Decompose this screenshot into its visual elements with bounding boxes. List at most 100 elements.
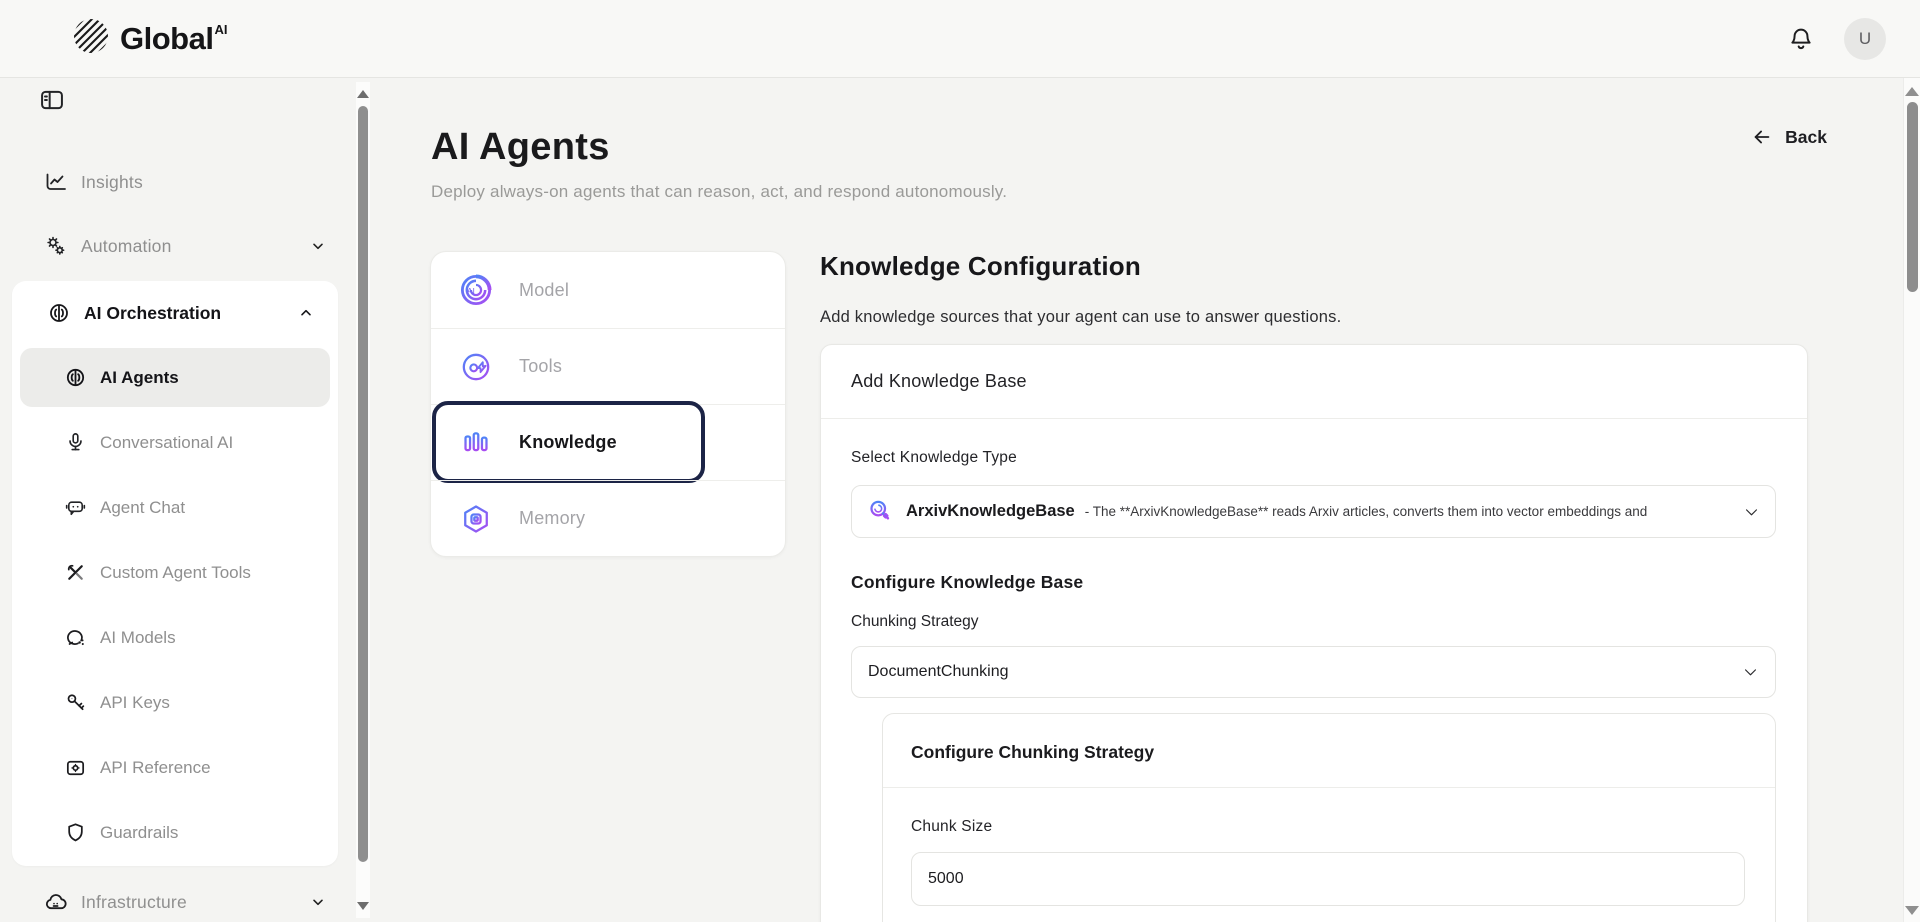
chart-line-icon [44, 170, 68, 194]
sidebar-item-custom-agent-tools[interactable]: Custom Agent Tools [12, 540, 338, 605]
sidebar-item-conversational-ai[interactable]: Conversational AI [12, 410, 338, 475]
chevron-down-icon [310, 238, 326, 254]
bot-chat-icon [63, 496, 87, 520]
sidebar-item-ai-models[interactable]: AI Models [12, 605, 338, 670]
sidebar-item-api-keys[interactable]: API Keys [12, 670, 338, 735]
page-header: AI Agents Deploy always-on agents that c… [372, 78, 1920, 202]
chevron-down-icon [1742, 664, 1759, 681]
knowledge-type-description: - The **ArxivKnowledgeBase** reads Arxiv… [1085, 504, 1741, 519]
tab-label: Model [519, 280, 569, 301]
model-swirl-icon: AI [457, 271, 495, 309]
chunk-size-input[interactable] [911, 852, 1745, 906]
add-knowledge-base-card: Add Knowledge Base Select Knowledge Type [820, 344, 1808, 922]
logo-hatched-circle-icon [72, 17, 110, 55]
avatar[interactable]: U [1844, 18, 1886, 60]
sidebar-toggle-button[interactable] [38, 86, 66, 114]
sidebar-item-label: Custom Agent Tools [100, 563, 251, 583]
sidebar-item-label: AI Models [100, 628, 176, 648]
page-subtitle: Deploy always-on agents that can reason,… [431, 182, 1920, 202]
chunk-size-label: Chunk Size [911, 818, 1745, 836]
bell-icon [1787, 25, 1815, 53]
select-knowledge-type-label: Select Knowledge Type [851, 449, 1776, 467]
sidebar-scrollbar[interactable] [356, 82, 370, 918]
library-icon [457, 424, 495, 462]
scroll-up-arrow[interactable] [357, 90, 369, 98]
microphone-icon [63, 431, 87, 455]
sidebar-item-label: AI Agents [100, 368, 179, 388]
sidebar-item-infrastructure[interactable]: Infrastructure [0, 870, 354, 922]
chunking-strategy-label: Chunking Strategy [851, 613, 1776, 631]
gears-icon [44, 234, 68, 258]
crossed-tools-icon [63, 561, 87, 585]
scrollbar-thumb[interactable] [358, 106, 368, 862]
knowledge-type-value: ArxivKnowledgeBase [906, 502, 1075, 521]
brain-icon [47, 301, 71, 325]
tab-model[interactable]: AI Model [431, 252, 785, 328]
panel-heading: Knowledge Configuration [820, 251, 1808, 282]
top-bar: GlobalAI U [0, 0, 1920, 78]
agent-config-tabs: AI Model [430, 251, 786, 557]
main-content: AI Agents Deploy always-on agents that c… [372, 78, 1920, 922]
scroll-down-arrow[interactable] [357, 902, 369, 910]
tab-knowledge[interactable]: Knowledge [431, 404, 785, 480]
chevron-down-icon [1743, 503, 1760, 520]
configure-knowledge-base-heading: Configure Knowledge Base [851, 572, 1776, 593]
sidebar-item-label: Agent Chat [100, 498, 185, 518]
card-title: Add Knowledge Base [821, 345, 1807, 419]
sidebar-item-ai-orchestration[interactable]: AI Orchestration [12, 281, 338, 345]
app-window: GlobalAI U [0, 0, 1920, 922]
sidebar-item-label: Automation [81, 236, 172, 257]
main-scrollbar[interactable] [1903, 78, 1920, 922]
memory-hexagon-icon [457, 500, 495, 538]
chunking-strategy-value: DocumentChunking [868, 663, 1009, 681]
brand-name: Global [120, 21, 213, 56]
chevron-down-icon [310, 894, 326, 910]
arrow-left-icon [1751, 126, 1773, 148]
sidebar-item-label: API Reference [100, 758, 211, 778]
brand-logo[interactable]: GlobalAI [72, 17, 227, 61]
configure-chunking-strategy-card: Configure Chunking Strategy Chunk Size [882, 713, 1776, 922]
tab-memory[interactable]: Memory [431, 480, 785, 556]
avatar-initial: U [1859, 29, 1871, 49]
page-title: AI Agents [431, 126, 1920, 169]
chat-network-icon [63, 626, 87, 650]
svg-text:AI: AI [467, 286, 475, 296]
chevron-up-icon [298, 305, 314, 321]
sidebar-item-ai-agents[interactable]: AI Agents [20, 348, 330, 407]
sidebar-item-automation[interactable]: Automation [0, 214, 354, 278]
box-gear-icon [63, 756, 87, 780]
tab-tools[interactable]: Tools [431, 328, 785, 404]
tab-label: Knowledge [519, 432, 617, 453]
subcard-title: Configure Chunking Strategy [883, 714, 1775, 788]
sidebar-item-insights[interactable]: Insights [0, 150, 354, 214]
sidebar-group-ai-orchestration: AI Orchestration AI Agents [12, 281, 338, 866]
brain-icon [63, 366, 87, 390]
scroll-down-arrow[interactable] [1905, 906, 1919, 915]
cloud-icon [44, 890, 68, 914]
tab-label: Tools [519, 356, 562, 377]
scrollbar-thumb[interactable] [1907, 102, 1918, 292]
key-icon [63, 691, 87, 715]
tools-circle-icon [457, 348, 495, 386]
sidebar-item-label: Insights [81, 172, 143, 193]
sidebar: Insights Automation [0, 78, 372, 922]
chunking-strategy-select[interactable]: DocumentChunking [851, 646, 1776, 698]
sidebar-item-guardrails[interactable]: Guardrails [12, 800, 338, 865]
scroll-up-arrow[interactable] [1905, 87, 1919, 96]
sidebar-item-label: Guardrails [100, 823, 178, 843]
sidebar-item-label: API Keys [100, 693, 170, 713]
back-label: Back [1785, 127, 1827, 148]
sidebar-item-label: Conversational AI [100, 433, 233, 453]
sidebar-item-api-reference[interactable]: API Reference [12, 735, 338, 800]
knowledge-type-select[interactable]: ArxivKnowledgeBase - The **ArxivKnowledg… [851, 485, 1776, 538]
tab-label: Memory [519, 508, 585, 529]
search-gradient-icon [867, 498, 894, 525]
back-button[interactable]: Back [1751, 126, 1827, 148]
sidebar-item-agent-chat[interactable]: Agent Chat [12, 475, 338, 540]
brand-suffix: AI [214, 22, 227, 37]
notifications-button[interactable] [1786, 24, 1816, 54]
shield-icon [63, 821, 87, 845]
panel-description: Add knowledge sources that your agent ca… [820, 308, 1808, 327]
knowledge-config-panel: Knowledge Configuration Add knowledge so… [820, 251, 1808, 922]
sidebar-item-label: Infrastructure [81, 892, 187, 913]
